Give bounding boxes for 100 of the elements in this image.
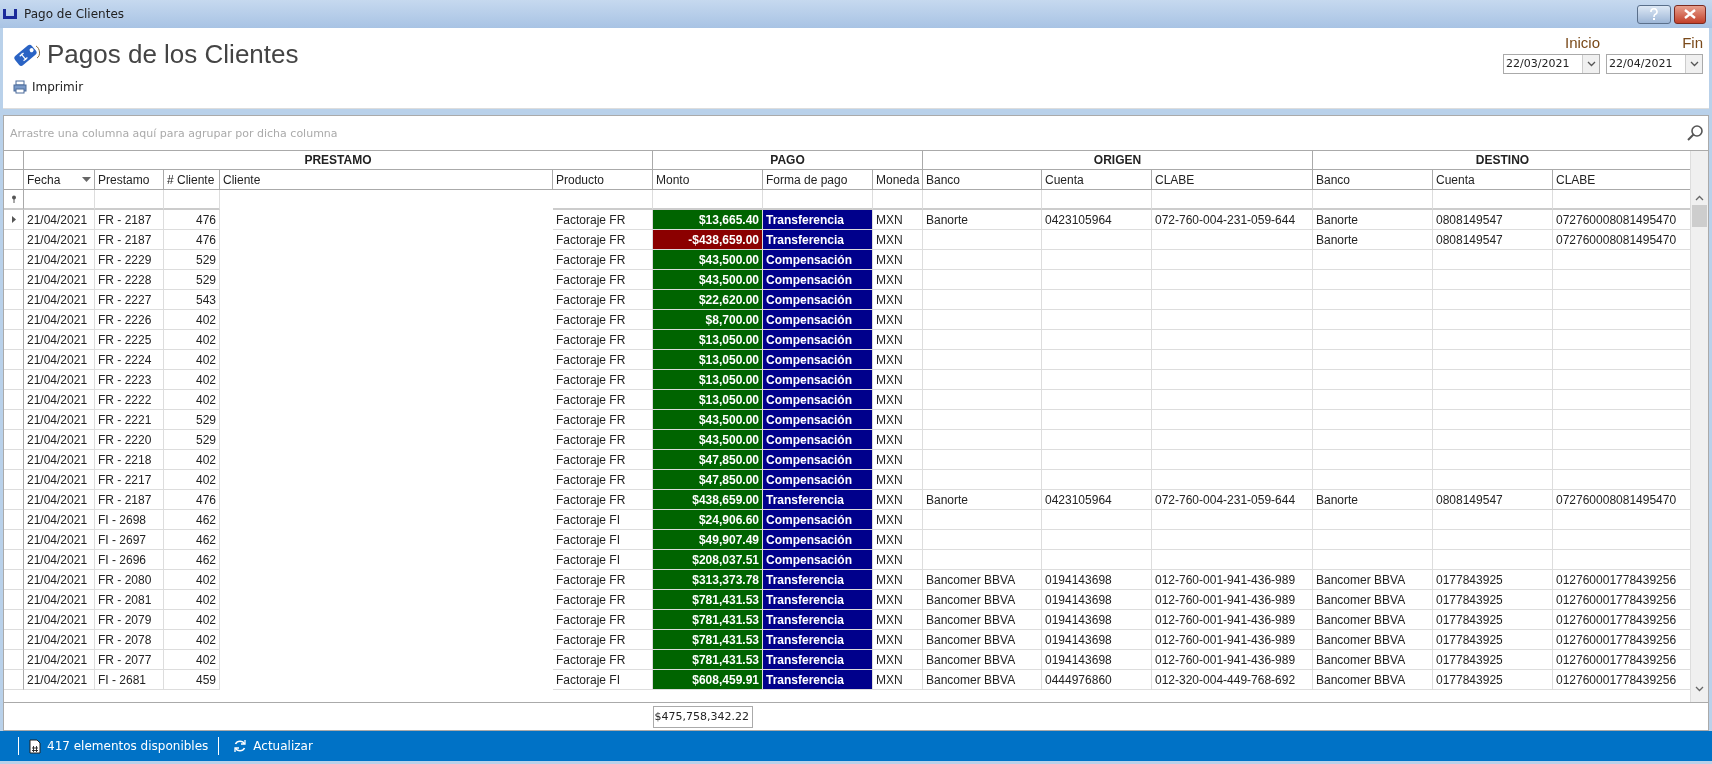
payment-method-cell: Transferencia	[763, 570, 873, 590]
help-button[interactable]	[1637, 4, 1671, 24]
table-cell: Bancomer BBVA	[923, 650, 1042, 670]
window-icon	[2, 7, 18, 21]
column-header[interactable]: # Cliente	[164, 170, 220, 190]
start-date-label: Inicio	[1564, 34, 1600, 51]
close-button[interactable]	[1674, 4, 1706, 24]
table-cell: FR - 2223	[95, 370, 164, 390]
column-header[interactable]: Banco	[923, 170, 1042, 190]
table-cell: 012-760-001-941-436-989	[1152, 590, 1313, 610]
table-cell: Bancomer BBVA	[923, 610, 1042, 630]
table-cell: 21/04/2021	[24, 270, 95, 290]
payment-method-cell: Transferencia	[763, 670, 873, 690]
table-cell: FI - 2697	[95, 530, 164, 550]
filter-cell[interactable]	[923, 190, 1042, 210]
amount-cell: $24,906.60	[653, 510, 763, 530]
column-header[interactable]: Prestamo	[95, 170, 164, 190]
filter-cell[interactable]	[553, 190, 653, 210]
table-cell: 012-760-001-941-436-989	[1152, 650, 1313, 670]
column-header[interactable]: CLABE	[1152, 170, 1313, 190]
print-button[interactable]: Imprimir	[11, 76, 86, 98]
table-cell: 402	[164, 310, 220, 330]
amount-cell: $43,500.00	[653, 270, 763, 290]
table-cell: 402	[164, 330, 220, 350]
payment-method-cell: Compensación	[763, 310, 873, 330]
start-date-picker[interactable]: 22/03/2021	[1503, 54, 1600, 74]
table-cell: MXN	[873, 330, 923, 350]
column-header[interactable]: Fecha	[24, 170, 95, 190]
table-cell: FR - 2229	[95, 250, 164, 270]
amount-cell: $781,431.53	[653, 590, 763, 610]
filter-cell[interactable]	[95, 190, 164, 210]
table-cell: 21/04/2021	[24, 470, 95, 490]
payment-method-cell: Compensación	[763, 370, 873, 390]
table-cell: Banorte	[923, 490, 1042, 510]
table-cell: Bancomer BBVA	[1313, 650, 1433, 670]
table-cell: Bancomer BBVA	[1313, 670, 1433, 690]
table-cell: Bancomer BBVA	[923, 590, 1042, 610]
table-cell: 402	[164, 470, 220, 490]
amount-cell: $13,050.00	[653, 370, 763, 390]
table-cell: 529	[164, 410, 220, 430]
total-amount: $475,758,342.22	[653, 705, 753, 728]
payment-method-cell: Compensación	[763, 470, 873, 490]
table-cell: 529	[164, 270, 220, 290]
payment-method-cell: Compensación	[763, 550, 873, 570]
table-cell: 21/04/2021	[24, 430, 95, 450]
amount-cell: $43,500.00	[653, 250, 763, 270]
table-cell: 476	[164, 230, 220, 250]
table-cell: Banorte	[1313, 210, 1433, 230]
column-header[interactable]: Moneda	[873, 170, 923, 190]
table-cell: 0177843925	[1433, 570, 1553, 590]
scroll-down-icon[interactable]	[1695, 686, 1704, 692]
filter-cell[interactable]	[1313, 190, 1433, 210]
amount-cell: $22,620.00	[653, 290, 763, 310]
table-cell: 21/04/2021	[24, 590, 95, 610]
table-cell: 21/04/2021	[24, 230, 95, 250]
help-icon	[1649, 8, 1659, 20]
table-cell: 21/04/2021	[24, 350, 95, 370]
caret-icon	[1586, 61, 1596, 67]
table-cell: 21/04/2021	[24, 530, 95, 550]
table-cell: 21/04/2021	[24, 670, 95, 690]
table-cell: MXN	[873, 270, 923, 290]
filter-cell[interactable]	[164, 190, 220, 210]
search-icon[interactable]	[1686, 124, 1704, 142]
filter-cell[interactable]	[1152, 190, 1313, 210]
table-cell: 462	[164, 530, 220, 550]
item-count: 417 elementos disponibles	[47, 739, 209, 753]
payment-method-cell: Transferencia	[763, 230, 873, 250]
table-cell: FR - 2221	[95, 410, 164, 430]
sort-descending-icon	[82, 177, 91, 182]
payment-method-cell: Compensación	[763, 250, 873, 270]
filter-cell[interactable]	[1042, 190, 1152, 210]
table-cell: 476	[164, 490, 220, 510]
filter-cell[interactable]	[24, 190, 95, 210]
table-cell: MXN	[873, 410, 923, 430]
table-cell: FR - 2218	[95, 450, 164, 470]
column-header[interactable]: Banco	[1313, 170, 1433, 190]
filter-cell[interactable]	[1433, 190, 1553, 210]
table-cell: Bancomer BBVA	[923, 630, 1042, 650]
refresh-button[interactable]: Actualizar	[229, 739, 317, 753]
amount-cell: $781,431.53	[653, 630, 763, 650]
column-header[interactable]: Cuenta	[1433, 170, 1553, 190]
table-cell: 21/04/2021	[24, 610, 95, 630]
scroll-up-icon[interactable]	[1695, 195, 1704, 201]
vertical-scrollbar[interactable]	[1690, 151, 1708, 702]
column-header[interactable]: Forma de pago	[763, 170, 873, 190]
table-cell: 072-760-004-231-059-644	[1152, 210, 1313, 230]
amount-cell: -$438,659.00	[653, 230, 763, 250]
table-cell: MXN	[873, 470, 923, 490]
table-cell: Bancomer BBVA	[1313, 570, 1433, 590]
column-header[interactable]: Cliente	[220, 170, 553, 190]
column-header[interactable]: Monto	[653, 170, 763, 190]
amount-cell: $43,500.00	[653, 430, 763, 450]
table-cell: 0194143698	[1042, 570, 1152, 590]
scroll-thumb[interactable]	[1692, 205, 1707, 227]
column-header[interactable]: Producto	[553, 170, 653, 190]
table-cell: 402	[164, 390, 220, 410]
end-date-picker[interactable]: 22/04/2021	[1606, 54, 1703, 74]
column-header[interactable]: Cuenta	[1042, 170, 1152, 190]
table-cell: 012-760-001-941-436-989	[1152, 570, 1313, 590]
filter-cell[interactable]	[873, 190, 923, 210]
